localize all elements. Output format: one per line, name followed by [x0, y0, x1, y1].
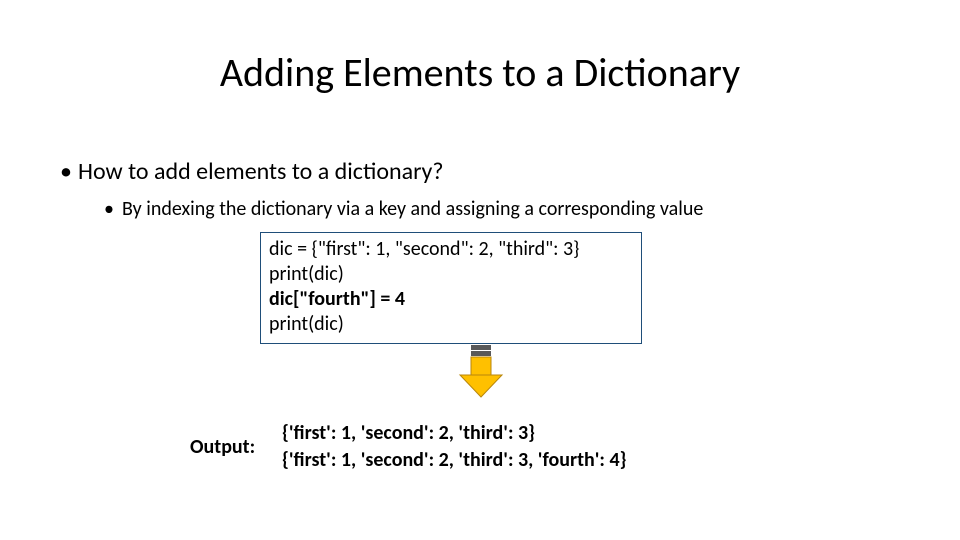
- bullet-level-2: By indexing the dictionary via a key and…: [122, 197, 703, 221]
- code-box: dic = {"first": 1, "second": 2, "third":…: [260, 232, 642, 344]
- code-line-2: print(dic): [269, 262, 633, 287]
- output-line-2: {'first': 1, 'second': 2, 'third': 3, 'f…: [282, 447, 626, 474]
- slide-title: Adding Elements to a Dictionary: [0, 48, 960, 97]
- bullet-level-1: How to add elements to a dictionary?: [78, 158, 444, 187]
- output-line-1: {'first': 1, 'second': 2, 'third': 3}: [282, 420, 626, 447]
- code-line-3: dic["fourth"] = 4: [269, 287, 633, 312]
- down-arrow-icon: [454, 343, 508, 399]
- output-label: Output:: [190, 435, 255, 459]
- code-line-1: dic = {"first": 1, "second": 2, "third":…: [269, 237, 633, 262]
- output-text: {'first': 1, 'second': 2, 'third': 3} {'…: [282, 420, 626, 474]
- code-line-4: print(dic): [269, 312, 633, 337]
- slide: Adding Elements to a Dictionary How to a…: [0, 0, 960, 540]
